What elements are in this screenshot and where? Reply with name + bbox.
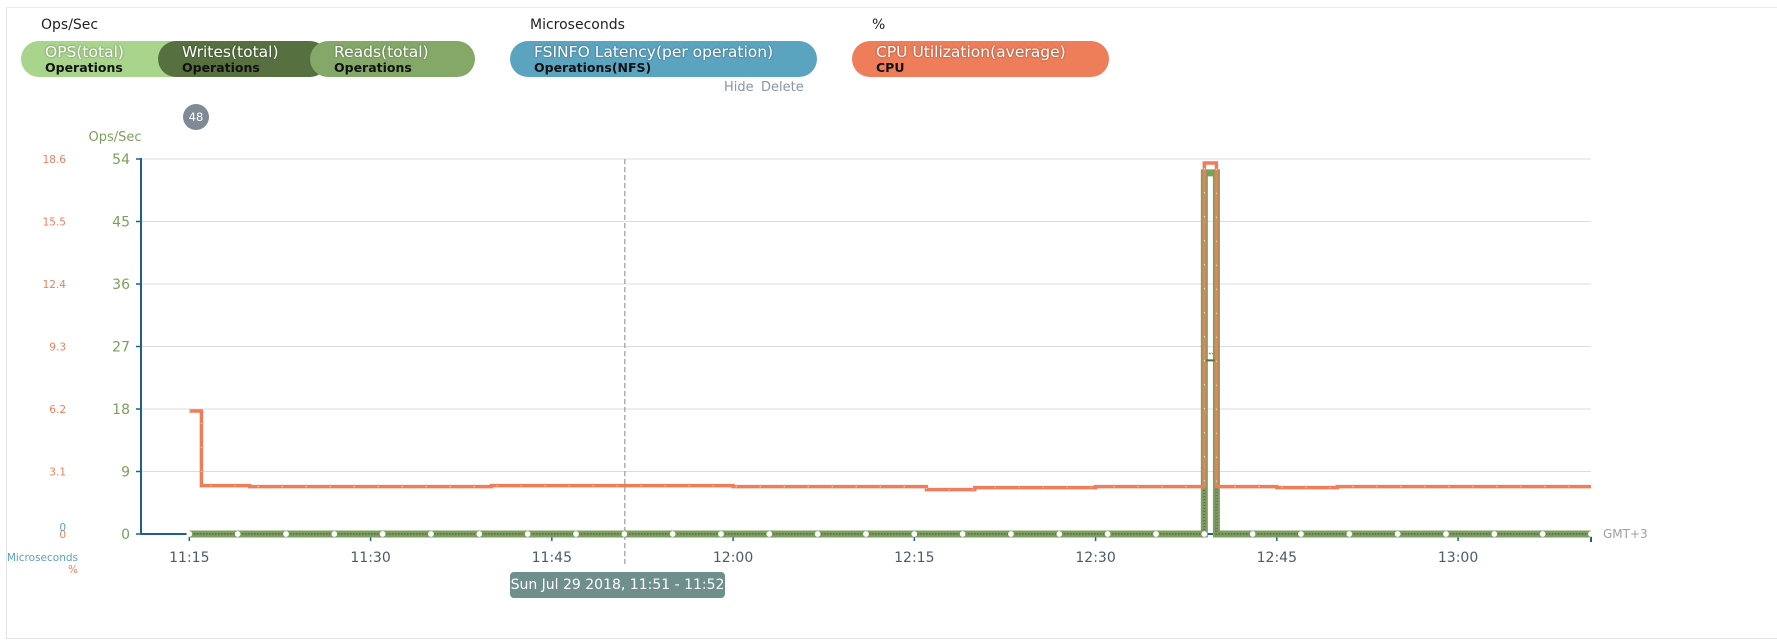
timezone-label: GMT+3	[1603, 527, 1648, 541]
x-tick-label: 13:00	[1438, 550, 1478, 566]
ops-point-marker	[1443, 531, 1449, 537]
ops-point-marker	[718, 531, 724, 537]
ops-point-marker	[1201, 531, 1208, 537]
cpu-tick-label: 3.1	[49, 467, 66, 479]
axes	[136, 158, 1592, 542]
reads-total-series	[189, 352, 1591, 535]
ops-point-marker	[186, 531, 193, 537]
ops-point-marker	[814, 531, 821, 537]
ops-point-marker	[476, 531, 483, 537]
ops-point-marker	[379, 531, 386, 537]
axis-labels: 5418.64515.53612.4279.3186.293.1000Micro…	[7, 130, 1648, 576]
x-tick-label: 12:45	[1257, 550, 1297, 566]
ops-point-marker	[1008, 531, 1014, 537]
ops-point-marker	[1539, 531, 1546, 537]
cpu-series-markers	[189, 162, 1591, 491]
ops-point-marker	[283, 531, 289, 537]
grid-lines	[141, 158, 1591, 472]
y-tick-label: 18	[112, 402, 130, 418]
ops-point-marker	[669, 531, 676, 537]
writes-total-series	[189, 359, 1591, 535]
legend-pill-reads-total[interactable]: Reads(total) Operations	[310, 41, 475, 77]
ops-point-marker	[234, 531, 241, 537]
x-tick-label: 12:30	[1075, 550, 1115, 566]
ops-point-marker	[766, 531, 773, 537]
ops-point-marker	[959, 531, 966, 537]
legend-pill-sublabel: Operations	[334, 60, 412, 75]
line-chart: 5418.64515.53612.4279.3186.293.1000Micro…	[7, 130, 1648, 576]
ops-point-marker	[1298, 531, 1304, 537]
ops-point-marker	[621, 531, 628, 537]
ops-point-marker	[573, 531, 579, 537]
y-tick-label: 9	[121, 465, 130, 481]
x-tick-label: 11:30	[350, 550, 390, 566]
microseconds-axis-label: Microseconds	[7, 552, 78, 564]
ops-point-marker	[863, 531, 869, 537]
ops-point-marker	[1153, 531, 1159, 537]
y-tick-label: 45	[112, 215, 130, 231]
legend-pill-sublabel: Operations	[182, 60, 260, 75]
ops-point-marker	[1491, 531, 1498, 537]
y-tick-label: 36	[112, 277, 130, 293]
series-lines	[186, 159, 1594, 566]
x-tick-label: 12:00	[713, 550, 753, 566]
cpu-tick-label: 9.3	[49, 342, 66, 354]
x-tick-label: 11:45	[532, 550, 572, 566]
cpu-utilization-series	[189, 161, 1591, 492]
ops-point-marker	[1346, 531, 1353, 537]
ops-total-series	[189, 169, 1591, 538]
percent-axis-label: %	[68, 564, 78, 576]
ops-point-marker	[1056, 531, 1063, 537]
legend-pill-writes-total[interactable]: Writes(total) Operations	[158, 41, 328, 77]
ops-point-marker	[1104, 531, 1111, 537]
microseconds-zero-label: 0	[59, 522, 66, 534]
ops-point-marker	[1249, 531, 1256, 537]
x-tick-label: 11:15	[169, 550, 209, 566]
ops-axis-unit: Ops/Sec	[88, 130, 141, 145]
cpu-tick-label: 6.2	[49, 404, 66, 416]
ops-point-marker	[524, 531, 531, 537]
y-tick-label: 0	[121, 527, 130, 543]
ops-point-marker	[331, 531, 338, 537]
ops-point-marker	[428, 531, 434, 537]
ops-point-marker	[911, 531, 918, 537]
cpu-tick-label: 12.4	[43, 279, 67, 291]
ops-point-marker	[1394, 531, 1401, 537]
time-tooltip: Sun Jul 29 2018, 11:51 - 11:52	[510, 572, 725, 598]
x-tick-label: 12:15	[894, 550, 934, 566]
y-tick-label: 54	[112, 152, 130, 168]
y-tick-label: 27	[112, 340, 130, 356]
ops-point-marker	[1588, 531, 1594, 537]
cpu-tick-label: 15.5	[43, 217, 66, 229]
cpu-tick-label: 18.6	[43, 154, 67, 166]
